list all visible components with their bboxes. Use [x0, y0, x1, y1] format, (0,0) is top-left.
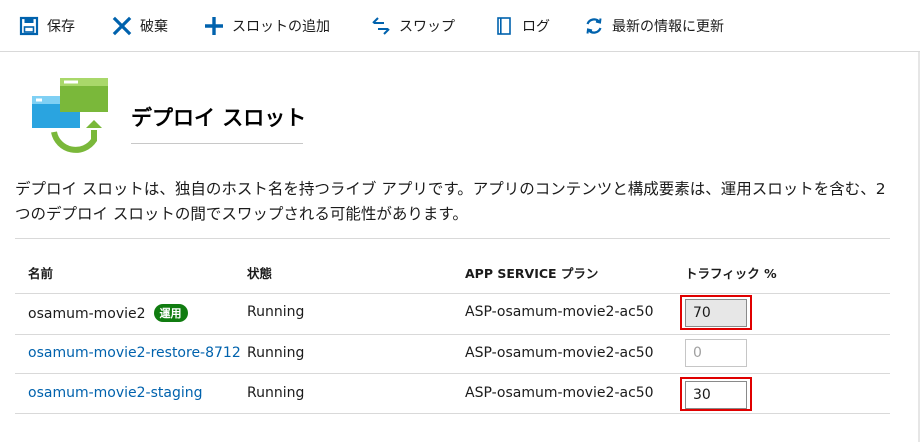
header-divider [15, 293, 890, 294]
swap-button[interactable]: スワップ [370, 12, 455, 40]
slot-plan: ASP-osamum-movie2-ac50 [465, 345, 654, 361]
slot-status: Running [247, 385, 305, 401]
plus-icon [203, 15, 225, 37]
refresh-label: 最新の情報に更新 [612, 19, 724, 35]
slot-name: osamum-movie2 運用 [28, 304, 188, 322]
swap-icon [370, 15, 392, 37]
save-label: 保存 [47, 19, 75, 35]
x-icon [111, 15, 133, 37]
column-header-traffic: トラフィック % [685, 266, 777, 281]
production-badge: 運用 [153, 304, 188, 322]
column-header-name: 名前 [28, 266, 54, 281]
highlight-box [680, 295, 752, 330]
section-divider [15, 238, 890, 239]
page-description: デプロイ スロットは、独自のホスト名を持つライブ アプリです。アプリのコンテンツ… [15, 180, 886, 223]
row-divider [15, 413, 890, 414]
row-divider [15, 334, 890, 335]
slot-plan: ASP-osamum-movie2-ac50 [465, 385, 654, 401]
title-divider [131, 143, 303, 144]
command-bar: 保存 破棄 スロットの追加 スワップ ログ 最新の情報に更新 [0, 0, 920, 52]
discard-label: 破棄 [140, 19, 168, 35]
page-title: デプロイ スロット [131, 106, 307, 130]
column-header-status: 状態 [247, 266, 273, 281]
save-icon [18, 15, 40, 37]
refresh-icon [583, 15, 605, 37]
refresh-button[interactable]: 最新の情報に更新 [583, 12, 724, 40]
deployment-slots-icon [32, 78, 112, 158]
log-icon [493, 15, 515, 37]
discard-button[interactable]: 破棄 [111, 12, 168, 40]
slot-name-link[interactable]: osamum-movie2-restore-8712 [28, 345, 241, 361]
log-label: ログ [522, 19, 550, 35]
save-button[interactable]: 保存 [18, 12, 75, 40]
slot-name-link[interactable]: osamum-movie2-staging [28, 385, 203, 401]
slot-plan: ASP-osamum-movie2-ac50 [465, 304, 654, 320]
swap-label: スワップ [399, 19, 455, 35]
slot-status: Running [247, 304, 305, 320]
add-slot-button[interactable]: スロットの追加 [203, 12, 330, 40]
log-button[interactable]: ログ [493, 12, 550, 40]
row-divider [15, 373, 890, 374]
traffic-input [685, 339, 747, 367]
add-slot-label: スロットの追加 [232, 19, 330, 35]
slot-name-text: osamum-movie2 [28, 306, 146, 322]
slot-status: Running [247, 345, 305, 361]
highlight-box [680, 377, 752, 411]
column-header-plan: APP SERVICE プラン [465, 266, 599, 281]
